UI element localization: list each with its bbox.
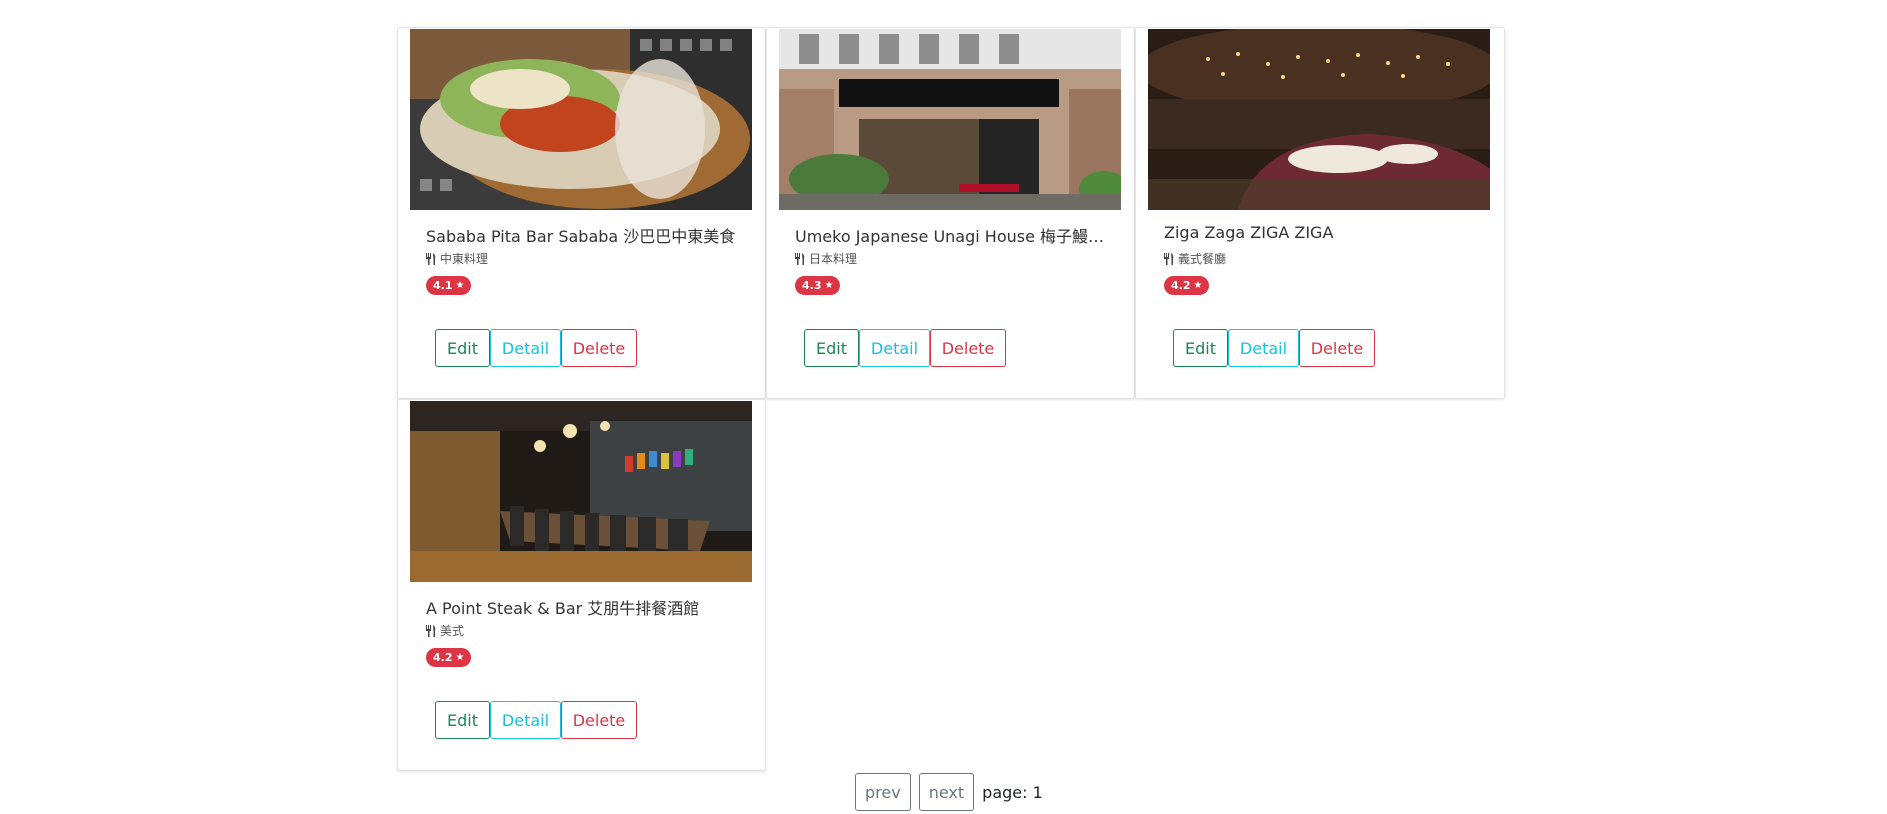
utensils-icon [426, 624, 436, 637]
pagination: prev next page: 1 [855, 773, 1043, 811]
delete-button[interactable]: Delete [561, 329, 637, 367]
rating-badge: 4.3 ★ [795, 276, 841, 295]
restaurant-card: Sababa Pita Bar Sababa 沙巴巴中東美食 中東料理 4.1 … [397, 27, 766, 399]
star-icon: ★ [1193, 279, 1203, 291]
restaurant-name: Ziga Zaga ZIGA ZIGA [1164, 223, 1334, 242]
restaurant-name: Umeko Japanese Unagi House 梅子鰻蒲... [795, 227, 1113, 246]
restaurant-image[interactable] [410, 401, 752, 582]
edit-button[interactable]: Edit [804, 329, 859, 367]
restaurant-name: A Point Steak & Bar 艾朋牛排餐酒館 [426, 599, 700, 618]
rating-value: 4.3 [802, 279, 822, 292]
prev-button[interactable]: prev [855, 773, 911, 811]
edit-button[interactable]: Edit [435, 329, 490, 367]
rating-badge: 4.2 ★ [1164, 276, 1210, 295]
card-actions: Edit Detail Delete [804, 329, 1006, 367]
category-label: 美式 [440, 624, 465, 638]
star-icon: ★ [455, 279, 465, 291]
category-label: 日本料理 [809, 252, 858, 266]
card-actions: Edit Detail Delete [435, 701, 637, 739]
restaurant-category: 日本料理 [795, 250, 857, 267]
restaurant-category: 美式 [426, 622, 464, 639]
rating-value: 4.2 [1171, 279, 1191, 292]
rating-value: 4.1 [433, 279, 453, 292]
detail-button[interactable]: Detail [490, 701, 561, 739]
restaurant-image[interactable] [1148, 29, 1490, 210]
delete-button[interactable]: Delete [561, 701, 637, 739]
restaurant-card: A Point Steak & Bar 艾朋牛排餐酒館 美式 4.2 ★ Edi… [397, 399, 766, 771]
detail-button[interactable]: Detail [490, 329, 561, 367]
detail-button[interactable]: Detail [859, 329, 930, 367]
utensils-icon [1164, 252, 1174, 265]
restaurant-name: Sababa Pita Bar Sababa 沙巴巴中東美食 [426, 227, 736, 246]
star-icon: ★ [455, 651, 465, 663]
restaurant-image[interactable] [779, 29, 1121, 210]
restaurant-category: 中東料理 [426, 250, 488, 267]
category-label: 義式餐廳 [1178, 252, 1227, 266]
category-label: 中東料理 [440, 252, 489, 266]
utensils-icon [795, 252, 805, 265]
rating-badge: 4.1 ★ [426, 276, 472, 295]
detail-button[interactable]: Detail [1228, 329, 1299, 367]
edit-button[interactable]: Edit [1173, 329, 1228, 367]
delete-button[interactable]: Delete [930, 329, 1006, 367]
restaurant-card: Ziga Zaga ZIGA ZIGA 義式餐廳 4.2 ★ Edit Deta… [1135, 27, 1505, 399]
utensils-icon [426, 252, 436, 265]
card-actions: Edit Detail Delete [1173, 329, 1375, 367]
restaurant-card: Umeko Japanese Unagi House 梅子鰻蒲... 日本料理 … [766, 27, 1135, 399]
restaurant-image[interactable] [410, 29, 752, 210]
delete-button[interactable]: Delete [1299, 329, 1375, 367]
edit-button[interactable]: Edit [435, 701, 490, 739]
rating-value: 4.2 [433, 651, 453, 664]
restaurant-grid: Sababa Pita Bar Sababa 沙巴巴中東美食 中東料理 4.1 … [397, 27, 1505, 771]
restaurant-category: 義式餐廳 [1164, 250, 1226, 267]
page-indicator: page: 1 [982, 782, 1043, 802]
card-actions: Edit Detail Delete [435, 329, 637, 367]
star-icon: ★ [824, 279, 834, 291]
rating-badge: 4.2 ★ [426, 648, 472, 667]
next-button[interactable]: next [918, 773, 975, 811]
